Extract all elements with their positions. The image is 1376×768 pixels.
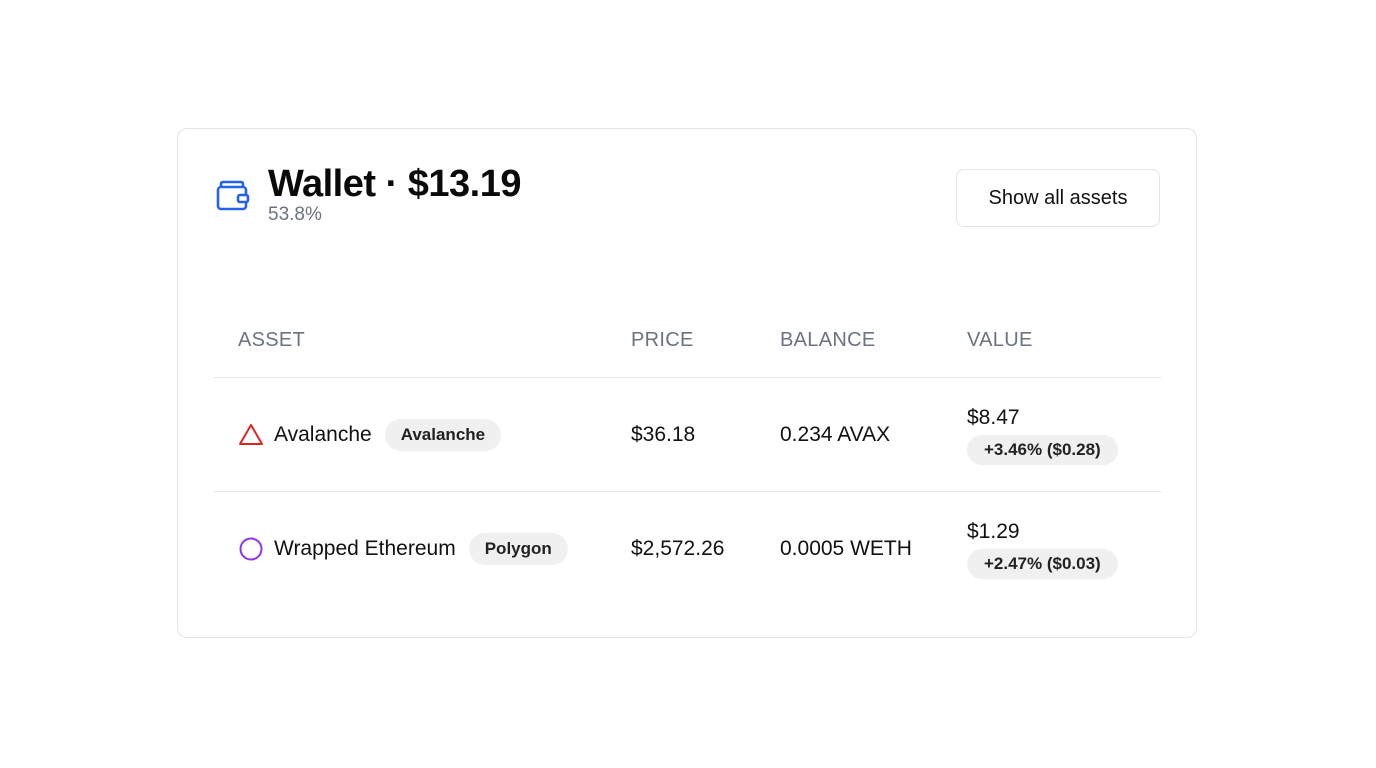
- asset-cell: Wrapped Ethereum Polygon: [238, 492, 568, 605]
- asset-name: Avalanche: [274, 422, 372, 446]
- circle-icon: [239, 537, 263, 560]
- header-asset: ASSET: [238, 329, 306, 351]
- wallet-card: Wallet · $13.19 53.8% Show all assets AS…: [177, 128, 1197, 638]
- assets-table: ASSET PRICE BALANCE VALUE Avalanche Aval…: [214, 309, 1161, 605]
- value-amount: $8.47: [967, 405, 1020, 429]
- balance-cell: 0.234 AVAX: [780, 422, 891, 446]
- balance-cell: 0.0005 WETH: [780, 536, 912, 560]
- change-badge: +3.46% ($0.28): [967, 434, 1118, 465]
- value-cell: $1.29 +2.47% ($0.03): [967, 492, 1118, 605]
- table-header: ASSET PRICE BALANCE VALUE: [214, 309, 1161, 378]
- header-price: PRICE: [631, 329, 694, 351]
- triangle-icon: [239, 423, 263, 445]
- change-badge: +2.47% ($0.03): [967, 548, 1118, 579]
- wallet-title: Wallet · $13.19: [268, 163, 522, 205]
- table-row[interactable]: Wrapped Ethereum Polygon $2,572.26 0.000…: [214, 492, 1161, 605]
- chain-badge: Polygon: [468, 532, 568, 565]
- asset-cell: Avalanche Avalanche: [238, 378, 502, 491]
- chain-badge: Avalanche: [384, 418, 502, 451]
- header-value: VALUE: [967, 329, 1033, 351]
- wallet-title-block: Wallet · $13.19 53.8%: [268, 163, 522, 227]
- asset-name: Wrapped Ethereum: [274, 536, 456, 560]
- wallet-header: Wallet · $13.19 53.8%: [216, 163, 522, 227]
- header-balance: BALANCE: [780, 329, 876, 351]
- show-all-assets-button[interactable]: Show all assets: [956, 169, 1160, 227]
- wallet-percentage: 53.8%: [268, 204, 322, 225]
- price-cell: $2,572.26: [631, 536, 725, 560]
- price-cell: $36.18: [631, 422, 696, 446]
- value-cell: $8.47 +3.46% ($0.28): [967, 378, 1118, 491]
- value-amount: $1.29: [967, 519, 1020, 543]
- wallet-icon: [216, 180, 250, 211]
- table-row[interactable]: Avalanche Avalanche $36.18 0.234 AVAX $8…: [214, 378, 1161, 492]
